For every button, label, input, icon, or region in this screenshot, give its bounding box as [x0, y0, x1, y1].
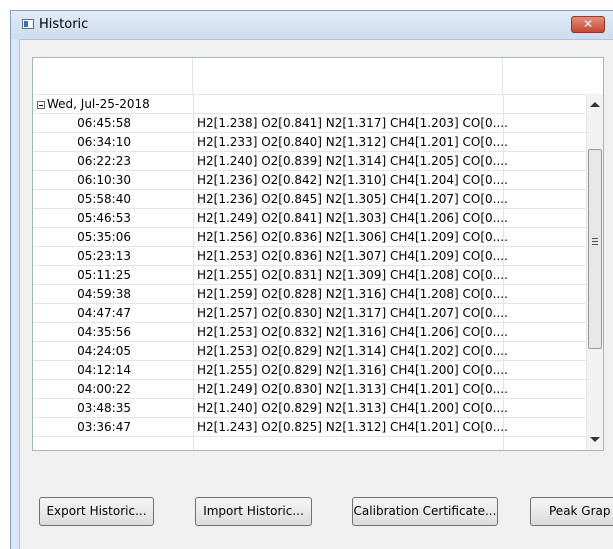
calibration-certificate-button[interactable]: Calibration Certificate...	[352, 497, 498, 526]
app-window-icon	[22, 19, 34, 29]
collapse-icon[interactable]	[37, 101, 45, 109]
row-value: H2[1.253] O2[0.829] N2[1.314] CH4[1.202]…	[197, 344, 508, 358]
row-time: 04:00:22	[77, 382, 131, 396]
column-header-extra[interactable]	[503, 58, 588, 94]
window-title: Historic	[39, 17, 89, 32]
table-row[interactable]: 05:58:40 H2[1.236] O2[0.845] N2[1.305] CH…	[33, 190, 588, 209]
row-value: H2[1.243] O2[0.825] N2[1.312] CH4[1.201]…	[197, 420, 508, 434]
date-group-row[interactable]: Wed, Jul-25-2018	[33, 95, 588, 114]
table-row[interactable]: 06:45:58 H2[1.238] O2[0.841] N2[1.317] CH…	[33, 114, 588, 133]
row-time: 04:12:14	[77, 363, 131, 377]
table-row[interactable]: 05:11:25 H2[1.255] O2[0.831] N2[1.309] CH…	[33, 266, 588, 285]
column-divider	[193, 94, 194, 450]
row-time: 04:47:47	[77, 306, 131, 320]
row-time: 05:46:53	[77, 211, 131, 225]
table-row[interactable]: 05:23:13 H2[1.253] O2[0.836] N2[1.307] CH…	[33, 247, 588, 266]
row-time: 06:45:58	[77, 116, 131, 130]
import-historic-button[interactable]: Import Historic...	[195, 497, 312, 526]
list-header	[33, 58, 588, 95]
vertical-scrollbar[interactable]	[586, 94, 603, 450]
row-time: 05:58:40	[77, 192, 131, 206]
table-row[interactable]: 04:47:47 H2[1.257] O2[0.830] N2[1.317] CH…	[33, 304, 588, 323]
row-value: H2[1.240] O2[0.839] N2[1.314] CH4[1.205]…	[197, 154, 508, 168]
grip-icon	[592, 238, 598, 239]
row-value: H2[1.257] O2[0.830] N2[1.317] CH4[1.207]…	[197, 306, 508, 320]
scroll-up-icon[interactable]	[590, 102, 600, 107]
list-rows: Wed, Jul-25-2018 06:45:58 H2[1.238] O2[0.…	[33, 95, 588, 437]
close-button[interactable]: ✕	[571, 16, 605, 33]
row-value: H2[1.255] O2[0.831] N2[1.309] CH4[1.208]…	[197, 268, 508, 282]
row-value: H2[1.249] O2[0.841] N2[1.303] CH4[1.206]…	[197, 211, 508, 225]
column-divider	[503, 94, 504, 450]
row-value: H2[1.236] O2[0.842] N2[1.310] CH4[1.204]…	[197, 173, 508, 187]
table-row[interactable]: 06:10:30 H2[1.236] O2[0.842] N2[1.310] CH…	[33, 171, 588, 190]
table-row[interactable]: 03:48:35 H2[1.240] O2[0.829] N2[1.313] CH…	[33, 399, 588, 418]
row-time: 04:59:38	[77, 287, 131, 301]
row-value: H2[1.253] O2[0.836] N2[1.307] CH4[1.209]…	[197, 249, 508, 263]
table-row[interactable]: 06:34:10 H2[1.233] O2[0.840] N2[1.312] CH…	[33, 133, 588, 152]
table-row[interactable]: 04:00:22 H2[1.249] O2[0.830] N2[1.313] CH…	[33, 380, 588, 399]
row-value: H2[1.259] O2[0.828] N2[1.316] CH4[1.208]…	[197, 287, 508, 301]
date-group-label: Wed, Jul-25-2018	[47, 97, 150, 111]
historic-list: Wed, Jul-25-2018 06:45:58 H2[1.238] O2[0.…	[32, 57, 604, 451]
row-time: 04:35:56	[77, 325, 131, 339]
dialog-body: Wed, Jul-25-2018 06:45:58 H2[1.238] O2[0.…	[19, 39, 613, 549]
row-time: 04:24:05	[77, 344, 131, 358]
scroll-thumb[interactable]	[588, 149, 602, 349]
row-time: 03:36:47	[77, 420, 131, 434]
row-value: H2[1.236] O2[0.845] N2[1.305] CH4[1.207]…	[197, 192, 508, 206]
grip-icon	[592, 244, 598, 245]
scroll-down-icon[interactable]	[590, 437, 600, 442]
row-time: 03:48:35	[77, 401, 131, 415]
row-time: 05:35:06	[77, 230, 131, 244]
peak-graph-button[interactable]: Peak Grap	[530, 497, 613, 526]
table-row[interactable]: 05:35:06 H2[1.256] O2[0.836] N2[1.306] CH…	[33, 228, 588, 247]
row-value: H2[1.253] O2[0.832] N2[1.316] CH4[1.206]…	[197, 325, 508, 339]
column-header-time[interactable]	[33, 58, 193, 94]
historic-window: Historic ✕ Wed, Jul-25-2018 06:45:58 H2[1…	[10, 10, 613, 549]
row-time: 05:23:13	[77, 249, 131, 263]
table-row[interactable]: 03:36:47 H2[1.243] O2[0.825] N2[1.312] CH…	[33, 418, 588, 437]
row-value: H2[1.255] O2[0.829] N2[1.316] CH4[1.200]…	[197, 363, 508, 377]
row-time: 05:11:25	[77, 268, 131, 282]
table-row[interactable]: 06:22:23 H2[1.240] O2[0.839] N2[1.314] CH…	[33, 152, 588, 171]
table-row[interactable]: 04:12:14 H2[1.255] O2[0.829] N2[1.316] CH…	[33, 361, 588, 380]
column-header-value[interactable]	[193, 58, 503, 94]
title-bar[interactable]: Historic ✕	[11, 11, 613, 39]
row-value: H2[1.240] O2[0.829] N2[1.313] CH4[1.200]…	[197, 401, 508, 415]
row-value: H2[1.249] O2[0.830] N2[1.313] CH4[1.201]…	[197, 382, 508, 396]
row-time: 06:22:23	[77, 154, 131, 168]
grip-icon	[592, 241, 598, 242]
table-row[interactable]: 05:46:53 H2[1.249] O2[0.841] N2[1.303] CH…	[33, 209, 588, 228]
table-row[interactable]: 04:59:38 H2[1.259] O2[0.828] N2[1.316] CH…	[33, 285, 588, 304]
row-time: 06:34:10	[77, 135, 131, 149]
row-time: 06:10:30	[77, 173, 131, 187]
table-row[interactable]: 04:35:56 H2[1.253] O2[0.832] N2[1.316] CH…	[33, 323, 588, 342]
export-historic-button[interactable]: Export Historic...	[39, 497, 154, 526]
row-value: H2[1.233] O2[0.840] N2[1.312] CH4[1.201]…	[197, 135, 508, 149]
table-row[interactable]: 04:24:05 H2[1.253] O2[0.829] N2[1.314] CH…	[33, 342, 588, 361]
row-value: H2[1.256] O2[0.836] N2[1.306] CH4[1.209]…	[197, 230, 508, 244]
row-value: H2[1.238] O2[0.841] N2[1.317] CH4[1.203]…	[197, 116, 508, 130]
